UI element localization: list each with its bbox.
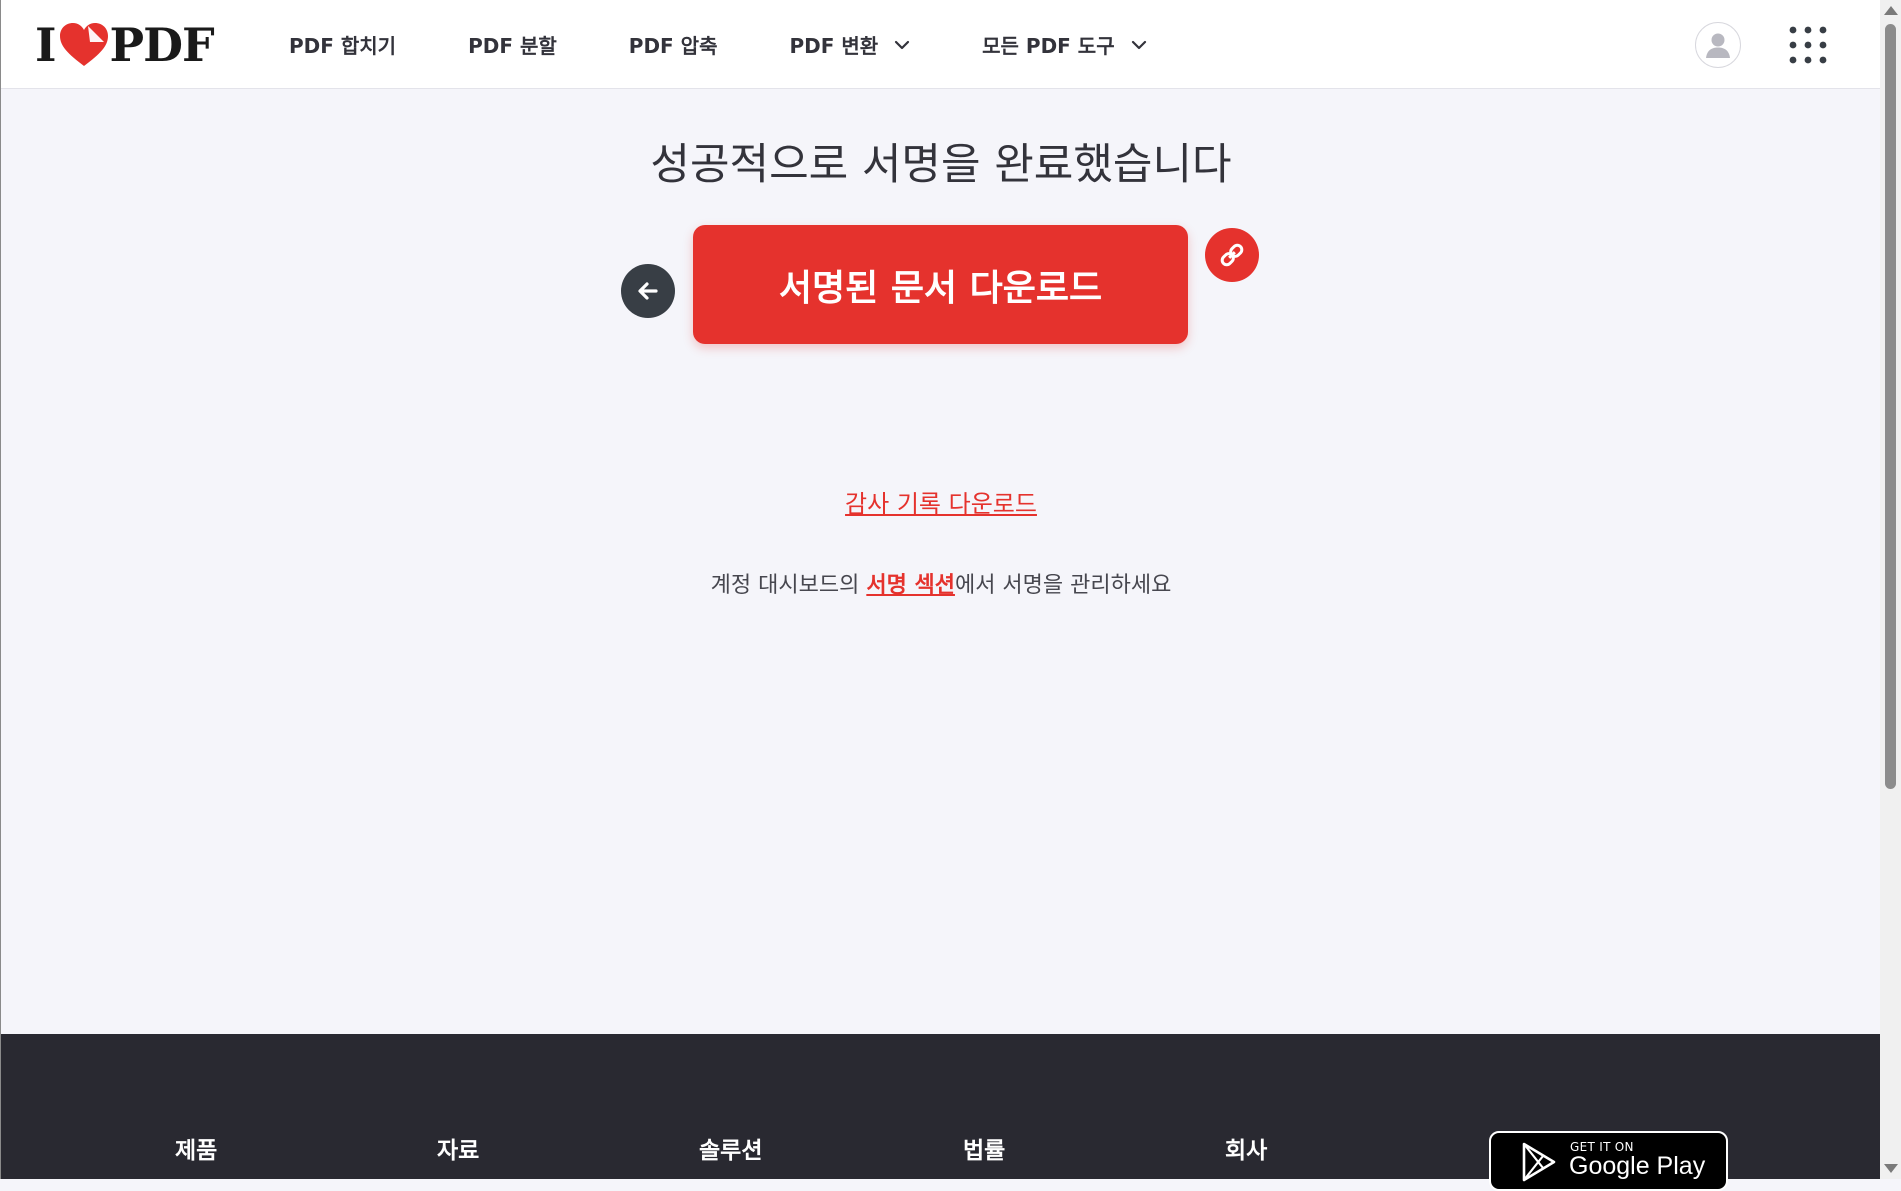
page-title: 성공적으로 서명을 완료했습니다: [650, 140, 1232, 190]
logo-letters-pdf: PDF: [109, 18, 215, 72]
main-nav: PDF 합치기 PDF 분할 PDF 압축 PDF 변환 모든 PDF 도구: [289, 0, 1219, 89]
link-icon: [1220, 243, 1244, 267]
footer-heading-company: 회사: [1225, 1138, 1268, 1164]
nav-compress-pdf[interactable]: PDF 압축: [629, 30, 718, 59]
google-play-store-name: Google Play: [1569, 1152, 1706, 1180]
nav-split-pdf[interactable]: PDF 분할: [468, 30, 557, 59]
footer-heading-products: 제품: [175, 1138, 218, 1164]
chevron-down-icon: [1131, 40, 1146, 49]
ilovepdf-logo[interactable]: I PDF: [35, 18, 215, 72]
footer-heading-legal: 법률: [963, 1138, 1006, 1164]
page: I PDF PDF 합치기 PDF 분할 PDF 압축 PDF 변환 모든 PD…: [0, 0, 1881, 1191]
nav-compress-pdf-label: PDF 압축: [628, 34, 718, 58]
footer-heading-resources: 자료: [437, 1138, 480, 1164]
back-button[interactable]: [621, 264, 675, 318]
manage-text-prefix: 계정 대시보드의: [710, 573, 867, 598]
nav-merge-pdf-label: PDF 합치기: [289, 34, 397, 58]
apps-grid-icon[interactable]: [1789, 26, 1827, 64]
scroll-down-arrow-icon[interactable]: [1884, 1164, 1898, 1173]
user-avatar-button[interactable]: [1695, 22, 1741, 68]
share-link-button[interactable]: [1205, 228, 1259, 282]
scrollbar-thumb[interactable]: [1885, 24, 1896, 789]
nav-split-pdf-label: PDF 분할: [468, 34, 557, 58]
chevron-down-icon: [895, 40, 910, 49]
arrow-left-icon: [638, 282, 658, 300]
audit-trail-download-link-wrap: 감사 기록 다운로드: [1, 484, 1881, 519]
footer-heading-solutions: 솔루션: [699, 1138, 763, 1164]
manage-text-suffix: 에서 서명을 관리하세요: [954, 573, 1172, 598]
vertical-scrollbar[interactable]: [1880, 0, 1901, 1179]
scroll-up-arrow-icon[interactable]: [1884, 6, 1898, 15]
nav-merge-pdf[interactable]: PDF 합치기: [289, 30, 396, 59]
manage-signatures-text: 계정 대시보드의 서명 섹션에서 서명을 관리하세요: [1, 567, 1881, 599]
logo-letter-i: I: [35, 18, 57, 72]
nav-convert-pdf-label: PDF 변환: [789, 34, 879, 58]
audit-trail-download-link[interactable]: 감사 기록 다운로드: [845, 490, 1037, 518]
google-play-badge[interactable]: GET IT ON Google Play: [1489, 1131, 1728, 1191]
google-play-icon: [1522, 1142, 1556, 1182]
signature-section-link[interactable]: 서명 섹션: [866, 573, 955, 598]
top-header: I PDF PDF 합치기 PDF 분할 PDF 압축 PDF 변환 모든 PD…: [1, 0, 1881, 89]
nav-all-tools-label: 모든 PDF 도구: [982, 34, 1115, 58]
nav-convert-pdf-dropdown[interactable]: PDF 변환: [789, 30, 910, 59]
download-signed-document-button[interactable]: 서명된 문서 다운로드: [693, 225, 1188, 344]
user-avatar-icon: [1706, 33, 1730, 58]
heart-logo-icon: [59, 23, 108, 66]
nav-all-tools-dropdown[interactable]: 모든 PDF 도구: [982, 30, 1146, 59]
